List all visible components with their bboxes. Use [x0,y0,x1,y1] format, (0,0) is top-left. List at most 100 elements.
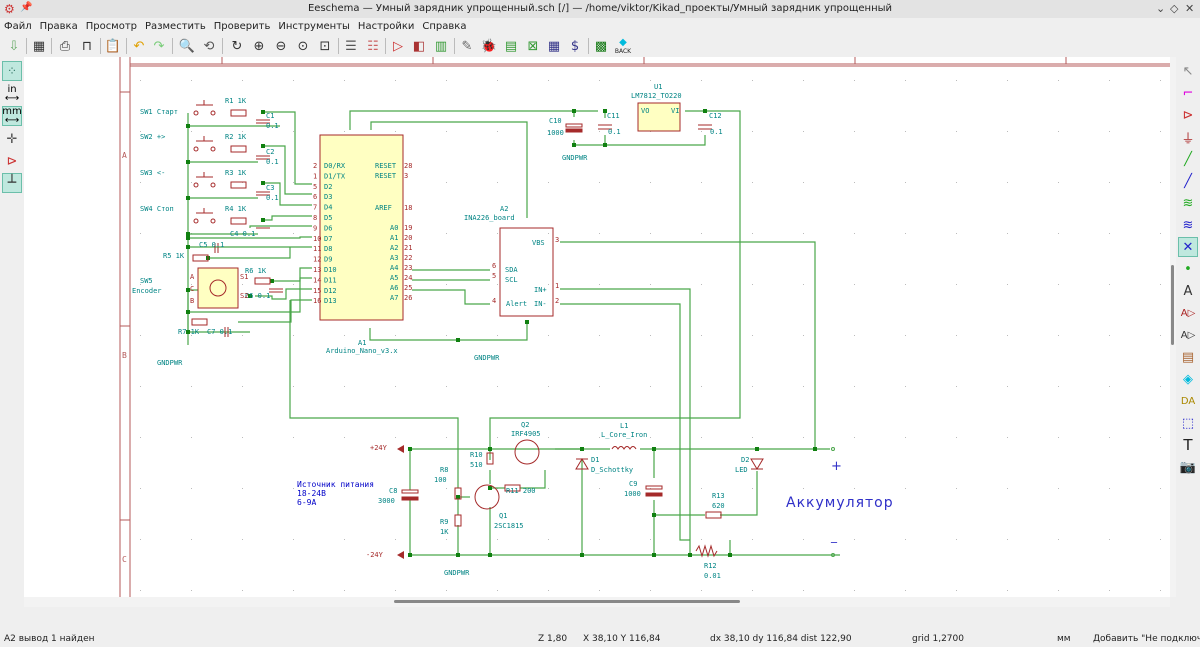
add-junction-icon[interactable]: • [1178,259,1198,279]
horizontal-scroll-thumb[interactable] [394,600,740,603]
junction [652,553,656,557]
erc-icon[interactable]: 🐞 [480,37,498,55]
add-label-icon[interactable]: A [1178,281,1198,301]
menu-edit[interactable]: Правка [36,18,82,32]
minimize-button[interactable]: ⌄ [1156,2,1165,15]
menu-inspect[interactable]: Проверить [210,18,275,32]
page-settings-icon[interactable]: ▦ [30,37,48,55]
lm7812-pin-name: VO [641,107,649,115]
symbol-editor-icon[interactable]: ▷ [389,37,407,55]
close-button[interactable]: ✕ [1185,2,1194,15]
grid-dot [599,182,600,183]
grid-dot [650,80,651,81]
capacitor-value-c1: 0.1 [266,122,279,130]
no-connect-icon[interactable]: ✕ [1178,237,1198,257]
paste-icon[interactable]: 📋 [104,37,122,55]
add-sheet-icon[interactable]: ▤ [1178,347,1198,367]
grid-dot [191,386,192,387]
grid-dot [1007,233,1008,234]
grid-toggle-icon[interactable]: ⁘ [2,61,22,81]
netlist-icon[interactable]: ⊠ [524,37,542,55]
grid-dot [344,590,345,591]
grid-dot [1109,590,1110,591]
menu-place[interactable]: Разместить [141,18,210,32]
undo-icon[interactable]: ↶ [130,37,148,55]
menu-file[interactable]: Файл [0,18,36,32]
zoom-out-icon[interactable]: ⊖ [272,37,290,55]
menu-help[interactable]: Справка [418,18,470,32]
pcbnew-icon[interactable]: ▩ [592,37,610,55]
add-hier-label-icon[interactable]: A▷ [1178,325,1198,345]
grid-dot [803,539,804,540]
capacitor-ref-c1: C1 [266,112,274,120]
add-bus-icon[interactable]: ╱ [1178,171,1198,191]
find-icon[interactable]: 🔍 [178,37,196,55]
bus-to-bus-entry-icon[interactable]: ≋ [1178,215,1198,235]
menu-tools[interactable]: Инструменты [274,18,354,32]
grid-dot [446,590,447,591]
power-plus-24v [397,445,404,453]
hierarchy-icon[interactable]: ☰ [342,37,360,55]
grid-dot [191,488,192,489]
bom-table-icon[interactable]: ▦ [545,37,563,55]
add-text-icon[interactable]: T [1178,435,1198,455]
grid-dot [854,335,855,336]
add-sheet-pin-icon[interactable]: DA [1178,391,1198,411]
add-graphic-lines-icon[interactable]: ⬚ [1178,413,1198,433]
schematic-canvas[interactable]: A B C SW1 Старт SW2 +> SW3 <- SW4 Стоп R… [24,57,1170,597]
find-replace-icon[interactable]: ⟲ [200,37,218,55]
grid-dot [395,539,396,540]
assign-footprints-icon[interactable]: ▤ [502,37,520,55]
select-arrow-icon[interactable]: ↖ [1178,61,1198,81]
horizontal-scrollbar[interactable] [24,597,1170,607]
grid-dot [497,284,498,285]
save-icon[interactable]: ⇩ [5,37,23,55]
add-symbol-icon[interactable]: ⊳ [1178,105,1198,125]
annotate-icon[interactable]: ✎ [458,37,476,55]
menu-preferences[interactable]: Настройки [354,18,418,32]
vertical-scroll-thumb[interactable] [1171,265,1174,345]
status-coords: X 38,10 Y 116,84 [583,634,661,644]
add-power-icon[interactable]: ⏚ [1178,127,1198,147]
grid-dot [599,539,600,540]
plot-icon[interactable]: ⊓ [78,37,96,55]
orthogonal-lines-icon[interactable]: ┴ [2,173,22,193]
redo-icon[interactable]: ↷ [150,37,168,55]
grid-dot [599,80,600,81]
symbol-browser-icon[interactable]: ◧ [410,37,428,55]
led-d2-value: LED [735,466,748,474]
add-global-label-icon[interactable]: A▷ [1178,303,1198,323]
junction [186,196,190,200]
resistor-label-r7: R7 1K [178,328,200,336]
sheet-border [119,57,1170,597]
print-icon[interactable]: ⎙ [56,37,74,55]
footprint-editor-icon[interactable]: ▥ [432,37,450,55]
wire-to-bus-entry-icon[interactable]: ≋ [1178,193,1198,213]
resistor-r13 [705,511,722,519]
cursor-shape-icon[interactable]: ✛ [2,129,22,149]
grid-dot [548,488,549,489]
grid-dot [650,437,651,438]
grid-dot [701,539,702,540]
grid-dot [293,488,294,489]
hidden-pins-icon[interactable]: ⊳ [2,151,22,171]
zoom-selection-icon[interactable]: ⊡ [316,37,334,55]
zoom-fit-icon[interactable]: ⊙ [294,37,312,55]
redraw-icon[interactable]: ↻ [228,37,246,55]
zoom-in-icon[interactable]: ⊕ [250,37,268,55]
maximize-button[interactable]: ◇ [1170,2,1178,15]
menu-view[interactable]: Просмотр [82,18,141,32]
import-sheet-pin-icon[interactable]: ◈ [1178,369,1198,389]
leave-sheet-icon[interactable]: ☷ [364,37,382,55]
units-mm-button[interactable]: mm ⟷ [2,106,22,126]
back-icon: ◆ [619,36,627,48]
add-wire-icon[interactable]: ╱ [1178,149,1198,169]
add-image-icon[interactable]: 📷 [1178,457,1198,477]
grid-dot [803,386,804,387]
back-button[interactable]: ◆ BACK [612,37,634,55]
grid-dot [1109,335,1110,336]
highlight-net-icon[interactable]: ⌐ [1178,83,1198,103]
units-inches-button[interactable]: in ⟷ [2,84,22,104]
bom-icon[interactable]: $ [566,37,584,55]
arduino-pin-name: D10 [324,266,337,274]
